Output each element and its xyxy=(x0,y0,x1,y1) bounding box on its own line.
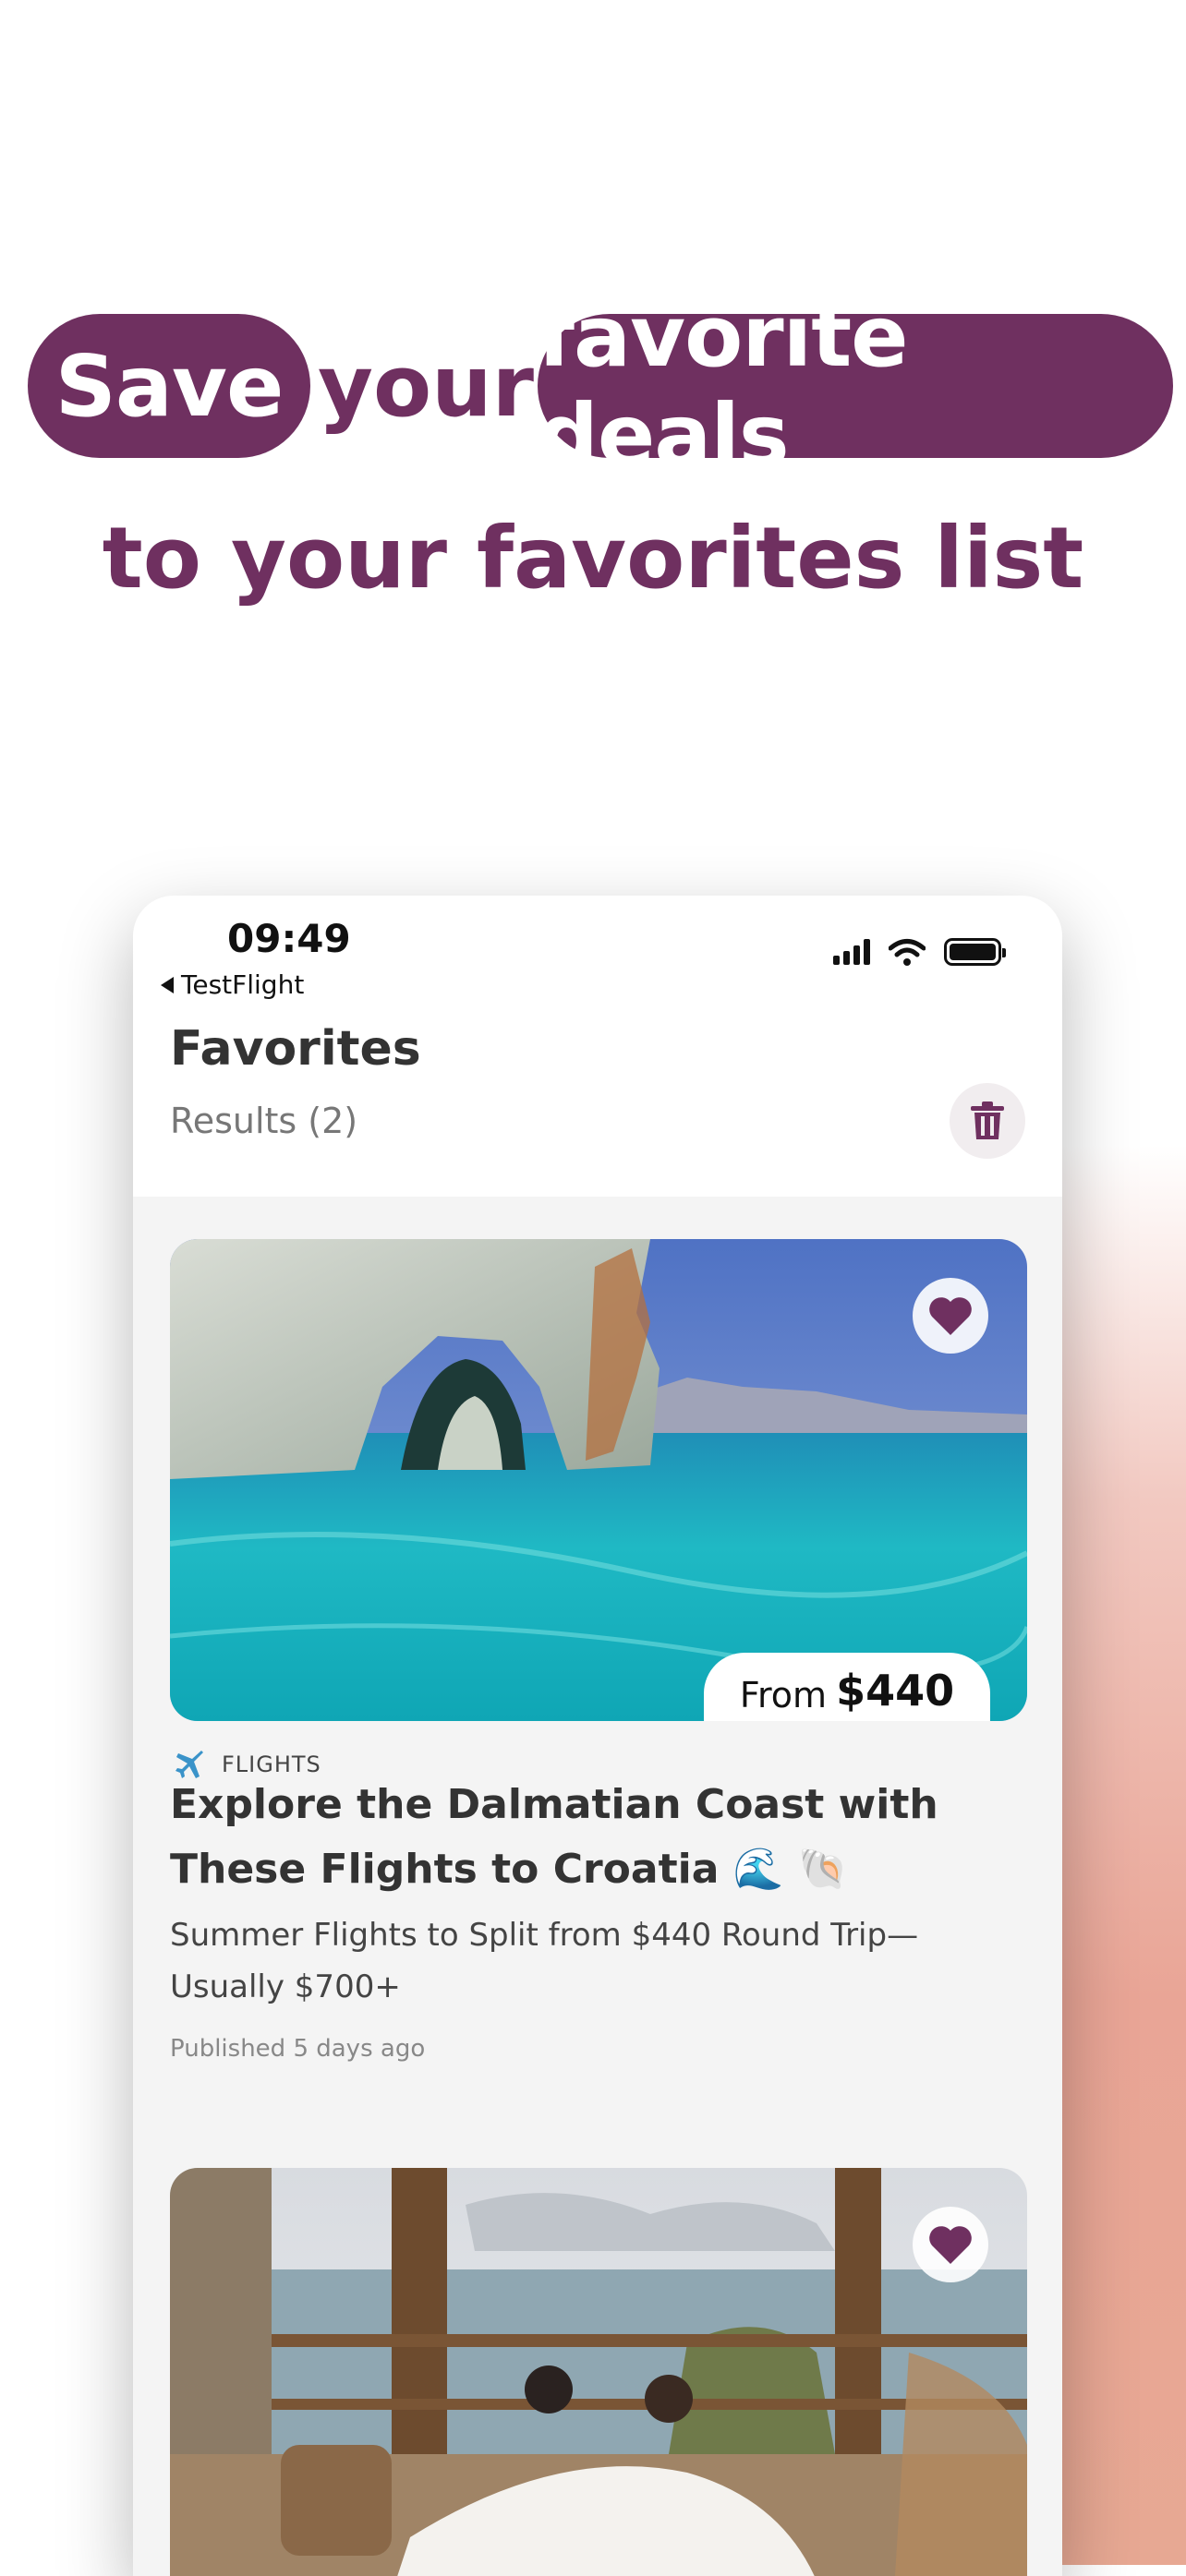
price-amount: $440 xyxy=(836,1666,955,1715)
heart-icon xyxy=(929,1297,972,1335)
price-from-label: From xyxy=(739,1675,828,1715)
deal-published: Published 5 days ago xyxy=(170,2035,426,2063)
phone-frame: 09:49 TestFlight Favorites Results (2) F… xyxy=(133,896,1062,2576)
headline-row-2: to your favorites list xyxy=(102,509,1084,608)
headline-row-1: Save your favorite deals xyxy=(0,287,1186,485)
heart-icon xyxy=(929,2226,972,2264)
decorative-gradient xyxy=(1062,1145,1186,2565)
deal-image-beach-hut xyxy=(170,2168,1027,2576)
status-time: 09:49 xyxy=(227,916,351,961)
back-to-testflight[interactable]: TestFlight xyxy=(161,969,304,1000)
app-header: 09:49 TestFlight Favorites Results (2) xyxy=(133,896,1062,1197)
headline-pill-save: Save xyxy=(28,314,310,458)
clear-favorites-button[interactable] xyxy=(950,1083,1025,1159)
status-icons xyxy=(833,938,1006,966)
headline-pill-deals: favorite deals xyxy=(538,287,1173,485)
price-badge: From $440 xyxy=(704,1653,990,1721)
page-title: Favorites xyxy=(170,1021,421,1077)
trash-icon xyxy=(971,1101,1004,1139)
deal-subtitle: Summer Flights to Split from $440 Round … xyxy=(170,1917,919,2005)
wifi-icon xyxy=(889,939,926,966)
deal-title[interactable]: Explore the Dalmatian Coast with These F… xyxy=(170,1773,1001,1902)
deal-image-sea-cave xyxy=(170,1239,1027,1721)
headline-word: your xyxy=(317,336,535,436)
battery-icon xyxy=(944,938,1006,966)
back-label: TestFlight xyxy=(181,969,305,1000)
signal-icon xyxy=(833,939,870,965)
back-arrow-icon xyxy=(161,976,174,993)
favorite-toggle-button[interactable] xyxy=(913,2207,988,2282)
favorite-toggle-button[interactable] xyxy=(913,1278,988,1354)
results-count: Results (2) xyxy=(170,1101,358,1141)
